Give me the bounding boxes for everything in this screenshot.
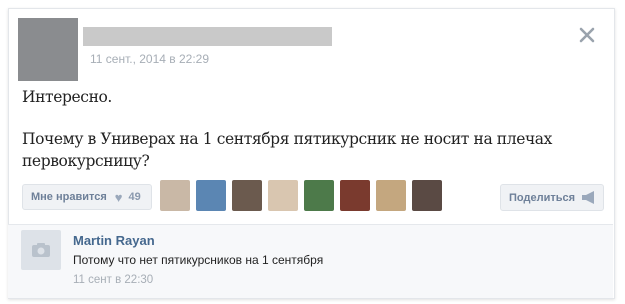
liker-avatar[interactable] — [268, 180, 298, 211]
post-text-line: Интересно. — [22, 88, 112, 106]
author-avatar[interactable] — [18, 18, 78, 81]
like-count: 49 — [128, 191, 141, 203]
liker-avatar[interactable] — [412, 180, 442, 211]
heart-icon: ♥ — [114, 189, 123, 205]
comment-text: Потому что нет пятикурсников на 1 сентяб… — [73, 253, 324, 267]
author-name-redacted[interactable] — [83, 27, 332, 46]
camera-icon — [32, 243, 50, 257]
post-text-line: первокурсницу? — [22, 152, 150, 170]
post-text-line: Почему в Универах на 1 сентября пятикурс… — [22, 130, 552, 148]
close-icon[interactable] — [578, 26, 596, 44]
liker-avatar[interactable] — [196, 180, 226, 211]
comment-avatar[interactable] — [21, 230, 61, 270]
liker-avatar[interactable] — [232, 180, 262, 211]
comment-author[interactable]: Martin Rayan — [73, 233, 155, 248]
megaphone-icon — [582, 191, 595, 204]
share-button[interactable]: Поделиться — [500, 184, 604, 211]
liker-avatar[interactable] — [304, 180, 334, 211]
liker-avatar[interactable] — [340, 180, 370, 211]
liker-avatar[interactable] — [376, 180, 406, 211]
comment-date[interactable]: 11 сент в 22:30 — [73, 274, 153, 286]
like-button[interactable]: Мне нравится ♥ 49 — [22, 184, 152, 210]
comments-section: Martin Rayan Потому что нет пятикурснико… — [8, 224, 613, 298]
post-date[interactable]: 11 сент., 2014 в 22:29 — [90, 52, 209, 66]
like-label: Мне нравится — [31, 191, 107, 203]
share-label: Поделиться — [509, 191, 576, 204]
liker-avatar[interactable] — [160, 180, 190, 211]
post-text: Интересно. Почему в Универах на 1 сентяб… — [22, 86, 562, 172]
